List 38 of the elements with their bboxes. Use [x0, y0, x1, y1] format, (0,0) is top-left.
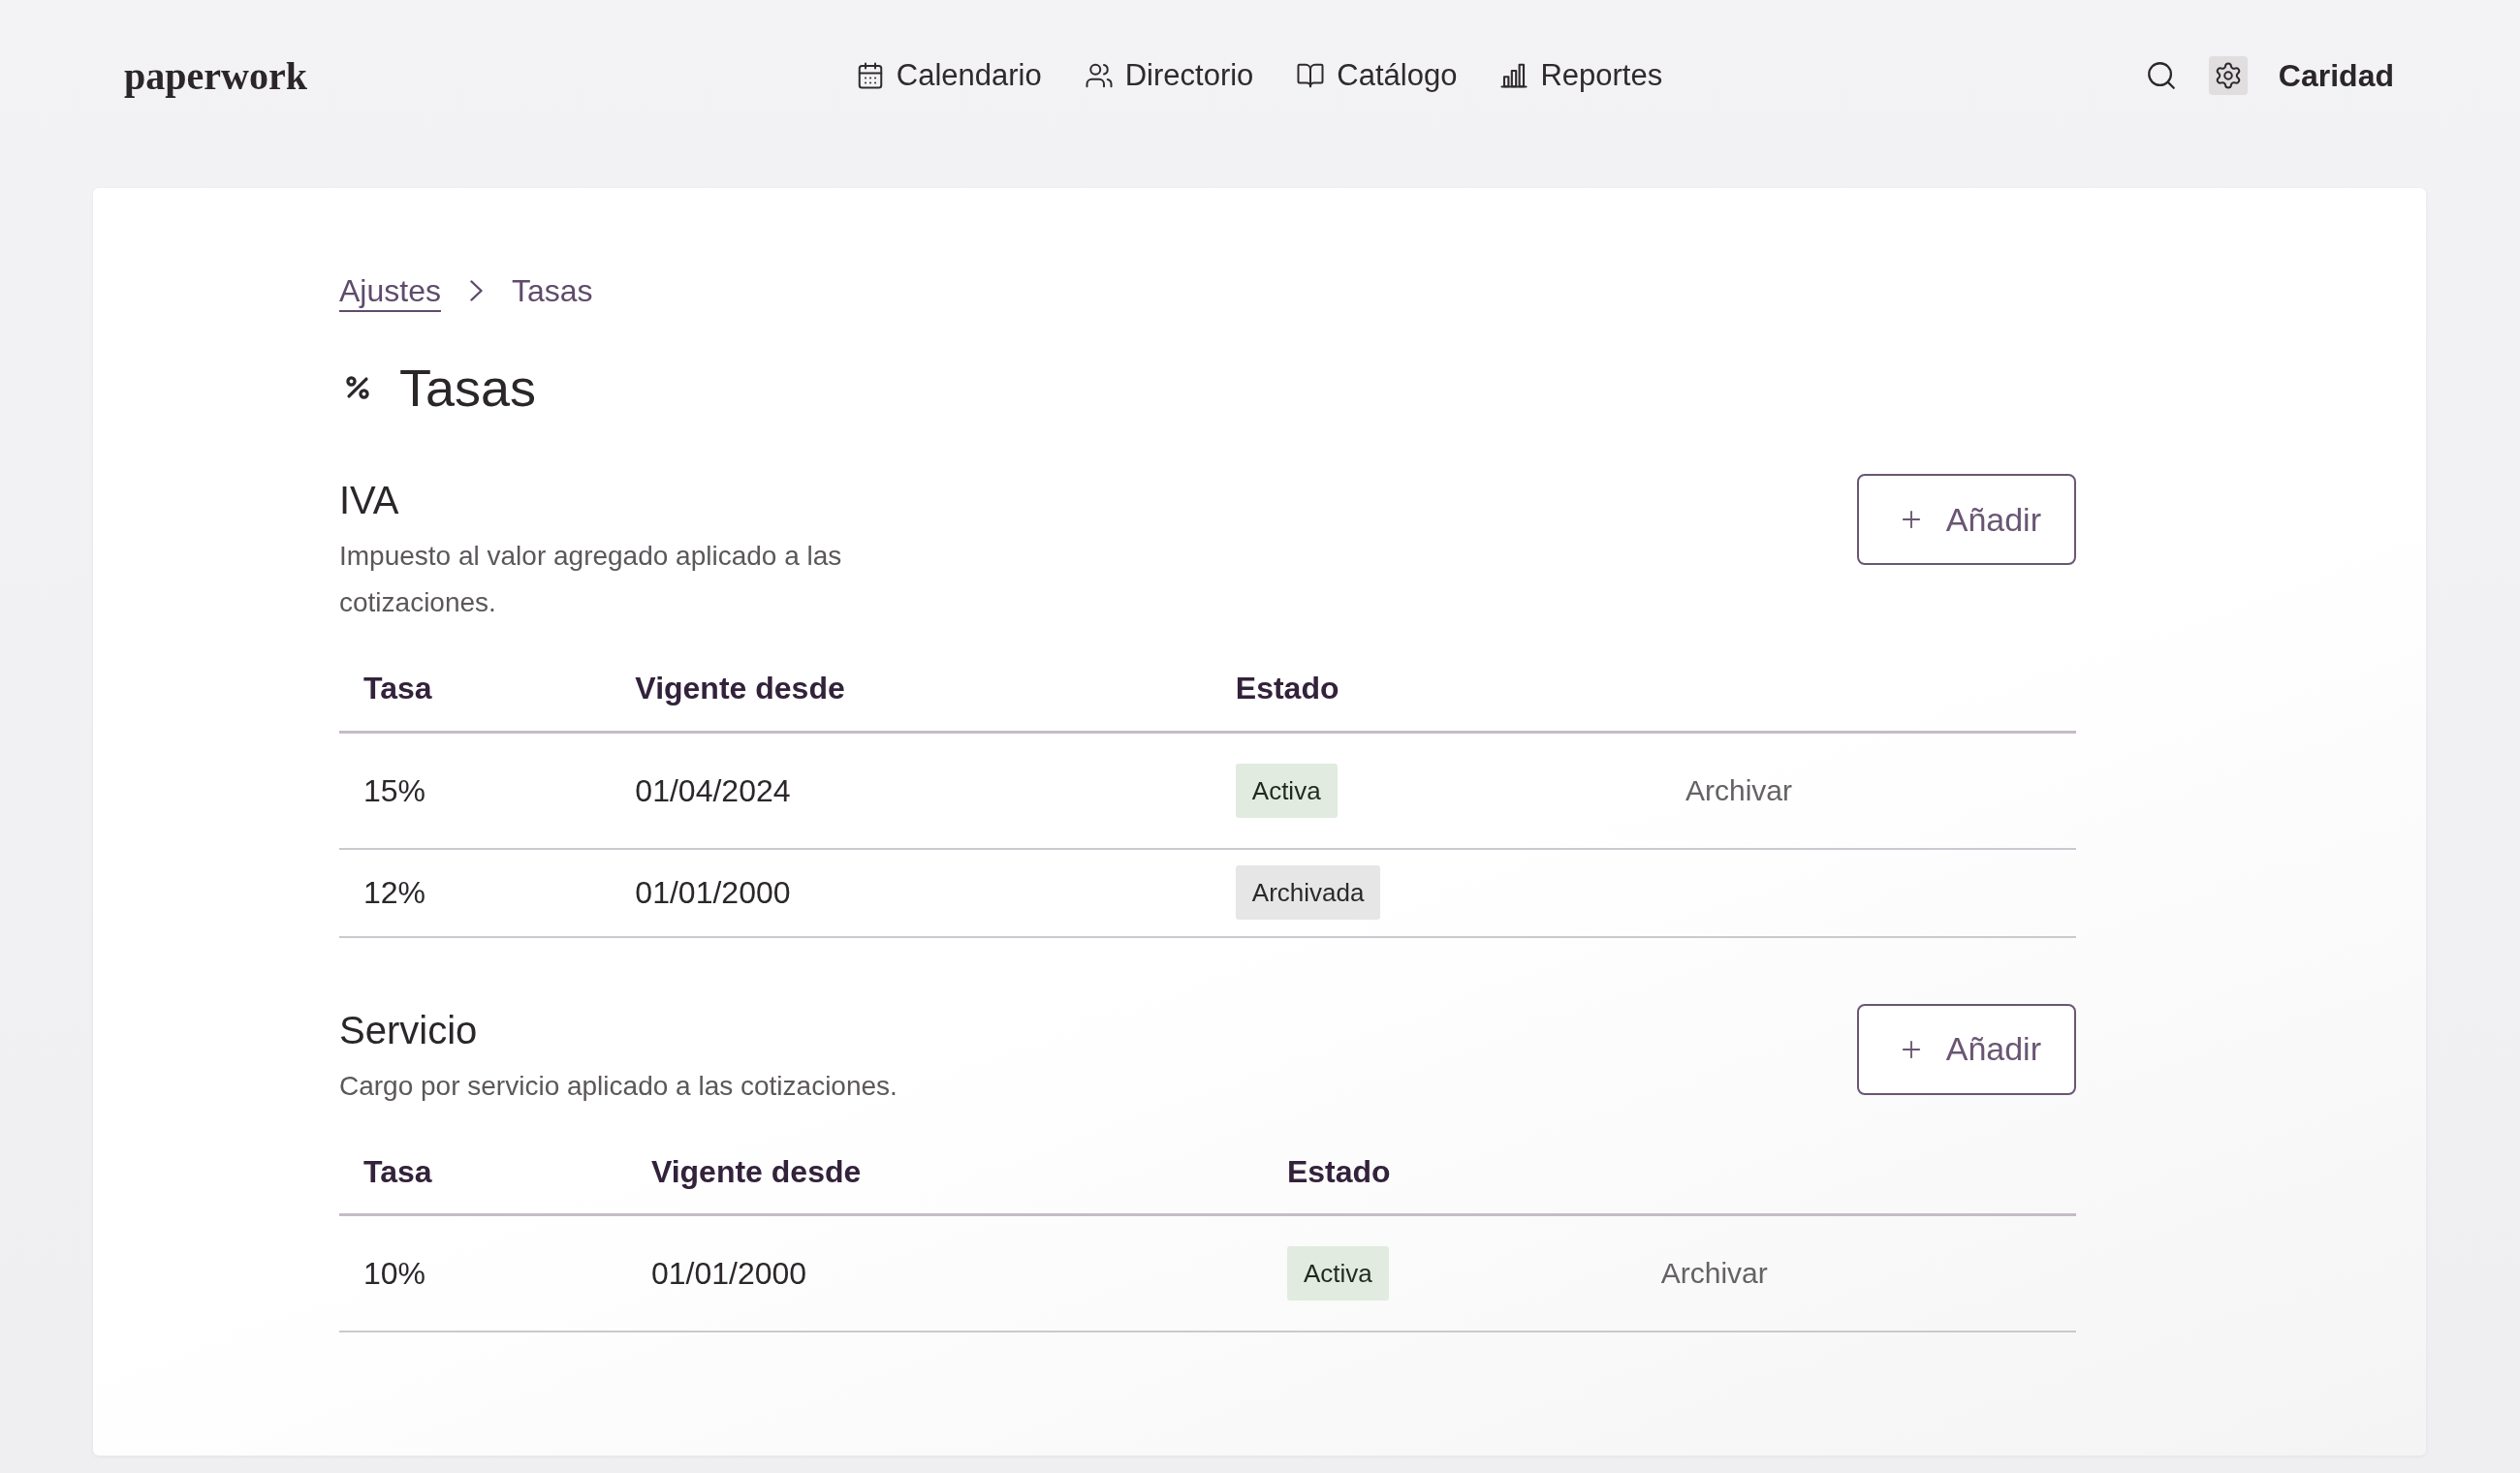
- user-name[interactable]: Caridad: [2278, 57, 2394, 94]
- book-icon: [1296, 61, 1326, 90]
- nav-link[interactable]: Catálogo: [1296, 56, 1458, 95]
- column-header: Tasa: [339, 647, 612, 732]
- table-cell: 01/01/2000: [611, 848, 1212, 937]
- section-title: IVA: [339, 478, 400, 523]
- chevron-icon: [469, 280, 483, 301]
- table-cell: 01/04/2024: [611, 732, 1212, 849]
- section-description: Impuesto al valor agregado aplicado a las cotizaciones.: [339, 540, 843, 619]
- column-header: Estado: [1211, 647, 1661, 732]
- breadcrumb-current: Tasas: [511, 272, 593, 310]
- archive-button[interactable]: Archivar: [1637, 1232, 1791, 1315]
- percent-icon: [345, 375, 370, 400]
- table-cell: 15%: [339, 732, 612, 849]
- bar-chart-icon: [1499, 61, 1529, 90]
- nav-link[interactable]: Calendario: [855, 56, 1042, 95]
- logo[interactable]: paperwork: [124, 52, 307, 99]
- table-cell: 01/01/2000: [626, 1214, 1263, 1332]
- column-header: Vigente desde: [611, 647, 1212, 732]
- people-icon: [1084, 61, 1114, 90]
- status-badge: Activa: [1286, 1246, 1389, 1301]
- table-cell: 12%: [339, 848, 612, 937]
- add-button[interactable]: Añadir: [1856, 474, 2076, 565]
- settings-button[interactable]: [2208, 56, 2248, 95]
- page-title: Tasas: [399, 358, 537, 419]
- archive-button[interactable]: Archivar: [1662, 748, 1816, 832]
- breadcrumb-link[interactable]: Ajustes: [339, 271, 441, 310]
- section-description: Cargo por servicio aplicado a las cotizaciones.: [339, 1069, 898, 1103]
- add-button[interactable]: Añadir: [1856, 1003, 2076, 1095]
- nav-link[interactable]: Reportes: [1499, 56, 1663, 95]
- column-header: Vigente desde: [626, 1130, 1263, 1215]
- column-header: Estado: [1262, 1130, 1637, 1215]
- status-badge: Archivada: [1235, 865, 1381, 920]
- nav-link[interactable]: Directorio: [1084, 56, 1254, 95]
- table-cell: 10%: [339, 1214, 627, 1332]
- section-title: Servicio: [339, 1007, 479, 1053]
- status-badge: Activa: [1235, 763, 1338, 818]
- column-header: Tasa: [339, 1130, 627, 1215]
